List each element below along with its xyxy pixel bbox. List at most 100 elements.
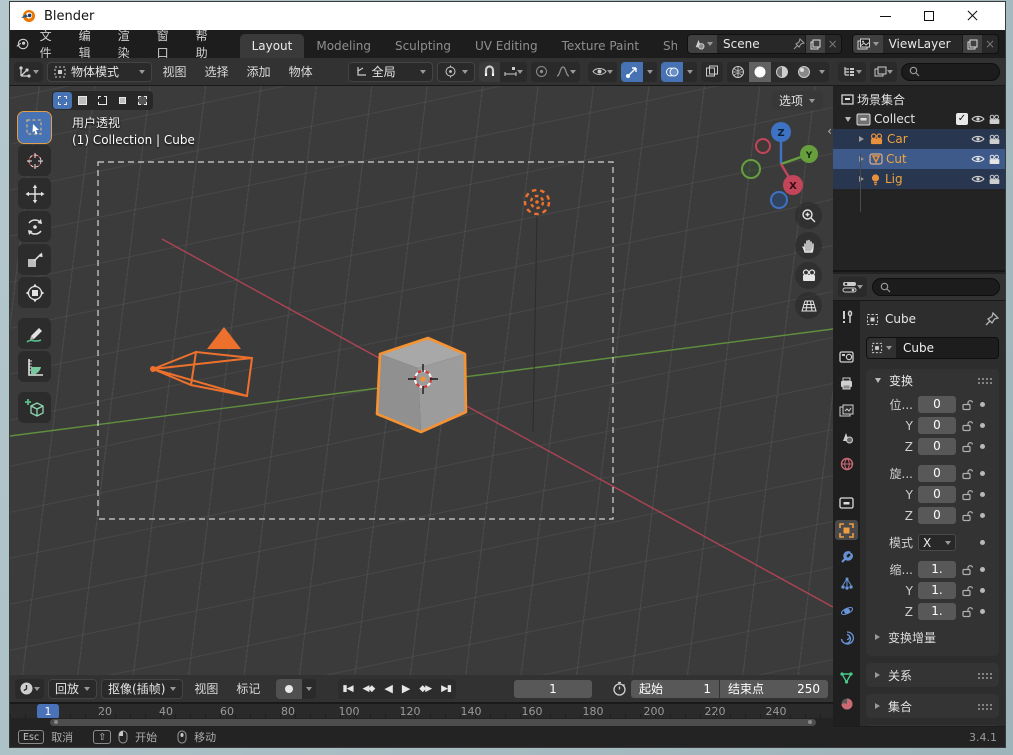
timeline-editor-type-button[interactable] [15,678,44,699]
gizmos-dropdown[interactable] [643,61,657,82]
menu-add[interactable]: 添加 [240,60,278,83]
eye-icon[interactable] [971,114,985,124]
gizmo-axis-y-neg[interactable] [741,159,761,179]
expand-icon[interactable] [845,116,851,122]
tab-sculpting[interactable]: Sculpting [383,34,463,58]
shading-dropdown[interactable] [815,61,829,82]
lock-open-icon[interactable] [961,510,973,522]
collections-panel[interactable]: 集合 [866,694,999,718]
zoom-button[interactable] [795,202,822,229]
render-camera-icon[interactable] [988,114,1001,125]
outliner-search-input[interactable] [901,62,1000,81]
tab-constraints[interactable] [835,628,858,648]
shading-solid-button[interactable] [749,61,771,82]
eye-icon[interactable] [971,174,985,184]
menu-select[interactable]: 选择 [198,60,236,83]
rotation-x-field[interactable]: 0 [918,465,956,482]
blender-menu-icon[interactable] [16,36,29,52]
tab-shading[interactable]: Sh [651,34,677,58]
menu-marker[interactable]: 标记 [229,677,267,700]
scene-browse-button[interactable] [688,35,718,53]
tool-measure[interactable] [18,351,51,382]
eye-icon[interactable] [971,154,985,164]
lock-open-icon[interactable] [961,489,973,501]
outliner-row-cube[interactable]: Cut [833,149,1005,169]
tab-object-data[interactable] [835,667,858,687]
scale-z-field[interactable]: 1. [918,603,956,620]
tab-world[interactable] [835,454,858,474]
viewlayer-browse-button[interactable] [852,35,883,53]
playback-dropdown[interactable]: 回放 [48,678,98,699]
animate-dot[interactable] [980,567,985,572]
viewlayer-remove-button[interactable]: × [982,37,998,51]
location-x-field[interactable]: 0 [918,396,956,413]
lock-open-icon[interactable] [961,399,973,411]
proportional-edit-button[interactable] [531,61,552,82]
sidebar-collapse-arrow[interactable]: ‹ [827,124,832,138]
select-mode-set[interactable] [53,92,72,109]
tab-tool[interactable] [835,307,858,327]
lock-open-icon[interactable] [961,420,973,432]
tab-output[interactable] [835,373,858,393]
outliner-row-camera[interactable]: Car [833,129,1005,149]
scrollbar-handle-right[interactable] [808,719,812,724]
outliner-editor-type-button[interactable] [838,61,866,82]
options-button[interactable]: 选项 [770,91,823,110]
light-object[interactable] [523,188,551,216]
camera-view-button[interactable] [795,262,822,289]
outliner-row-scene-collection[interactable]: 场景集合 [833,89,1005,109]
tab-material[interactable] [835,694,858,714]
tab-view-layer[interactable] [835,400,858,420]
gizmo-axis-x-neg[interactable] [755,138,771,154]
scene-unlink-button[interactable]: × [825,37,841,51]
minimize-button[interactable] [863,2,907,30]
cube-object[interactable] [375,336,468,434]
render-camera-icon[interactable] [988,154,1001,165]
play-button[interactable]: ▶ [397,679,414,699]
gizmo-axis-z-neg[interactable] [770,191,788,209]
scene-new-button[interactable] [804,35,825,53]
animate-dot[interactable] [980,444,985,449]
eye-icon[interactable] [971,134,985,144]
outliner-row-collection[interactable]: Collect [833,109,1005,129]
play-reverse-button[interactable]: ◀ [379,679,396,699]
snap-settings-button[interactable] [500,61,527,82]
lock-open-icon[interactable] [961,606,973,618]
orientation-dropdown[interactable]: 全局 [347,61,433,82]
lock-open-icon[interactable] [961,564,973,576]
select-mode-subtract[interactable] [93,92,112,109]
select-mode-invert[interactable] [113,92,132,109]
shading-material-button[interactable] [771,61,793,82]
collection-checkbox[interactable] [956,113,968,125]
animate-dot[interactable] [980,513,985,518]
menu-object[interactable]: 物体 [282,60,320,83]
ortho-toggle-button[interactable] [795,292,822,319]
tool-scale[interactable] [18,244,51,275]
animate-dot[interactable] [980,540,985,545]
tab-texture-paint[interactable]: Texture Paint [550,34,651,58]
overlays-dropdown[interactable] [683,61,697,82]
overlays-toggle[interactable] [661,61,683,82]
tool-annotate[interactable] [18,318,51,349]
end-frame-field[interactable]: 结束点 250 [720,679,828,698]
tab-modifiers[interactable] [835,547,858,567]
grip-icon[interactable] [977,701,992,711]
object-browse-button[interactable] [867,338,896,358]
delta-transform-subpanel[interactable]: 变换增量 [871,626,994,648]
rotation-mode-dropdown[interactable]: X [918,534,956,551]
editor-type-button[interactable] [14,61,43,82]
next-keyframe-button[interactable]: ◆▶ [414,679,436,699]
viewlayer-new-button[interactable] [962,35,983,53]
tab-object[interactable] [835,520,858,540]
tab-layout[interactable]: Layout [239,34,305,58]
camera-object[interactable] [150,327,254,398]
tab-collection-props[interactable] [835,493,858,513]
properties-editor-type-button[interactable] [838,277,867,297]
viewlayer-name[interactable]: ViewLayer [883,37,962,51]
scale-y-field[interactable]: 1. [918,582,956,599]
proportional-falloff-button[interactable] [552,61,580,82]
mode-dropdown[interactable]: 物体模式 [47,61,152,82]
outliner-filter-button[interactable] [870,61,897,82]
menu-view[interactable]: 视图 [156,60,194,83]
animate-dot[interactable] [980,588,985,593]
